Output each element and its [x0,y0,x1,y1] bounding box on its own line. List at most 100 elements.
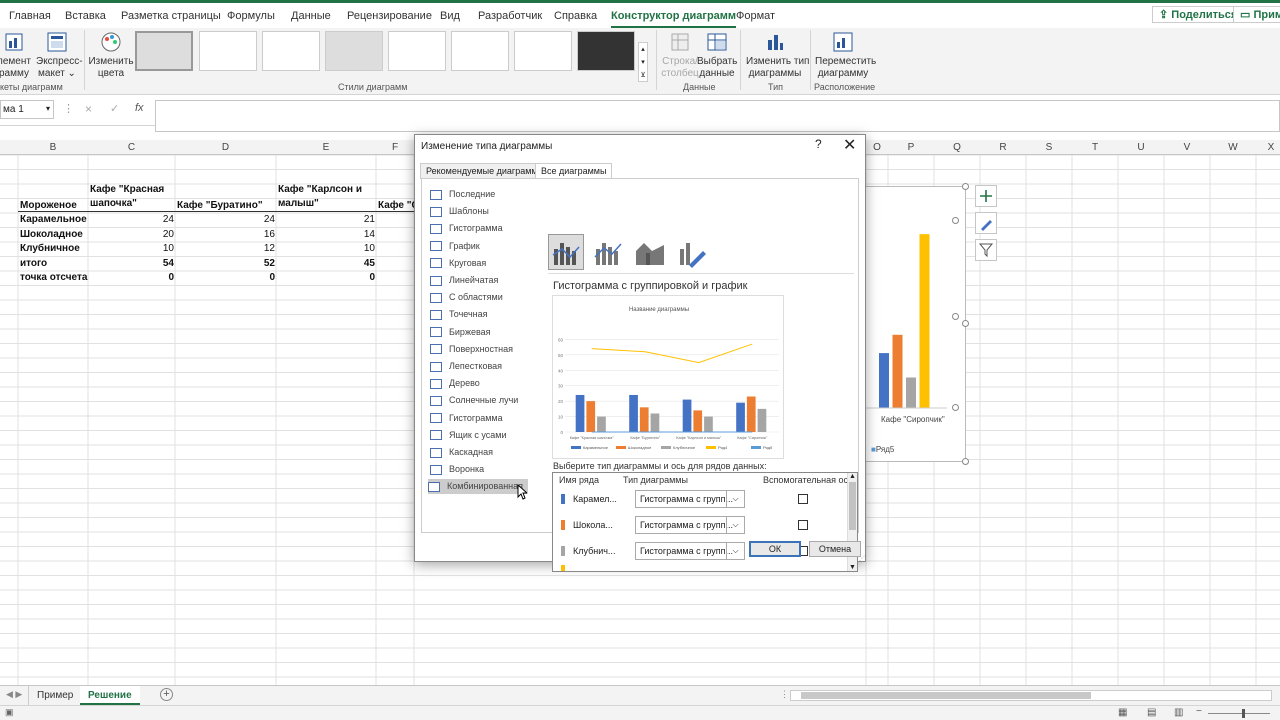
macro-record-icon[interactable]: ▣ [5,707,14,718]
chart-category-item[interactable]: График [430,239,530,254]
add-chart-element-button[interactable]: лемент рамму [0,30,34,80]
scroll-thumb[interactable] [849,482,856,530]
resize-handle[interactable] [962,458,969,465]
chart-category-item[interactable]: Лепестковая [430,359,530,374]
add-sheet-icon[interactable]: + [160,688,173,701]
tab-view[interactable]: Вид [440,10,460,22]
resize-handle[interactable] [952,217,959,224]
combo-column-line-secondary-icon[interactable] [590,234,626,270]
chart-style-8[interactable] [577,31,635,71]
name-box[interactable]: ма 1 ▾ [0,100,54,119]
prev-sheet-icon[interactable]: ◀ ▶ [6,689,22,700]
series-chart-type-dropdown[interactable]: Гистограмма с групп... ⌵ [635,542,745,560]
secondary-axis-checkbox[interactable] [798,520,808,530]
tab-split-icon[interactable]: ⋮ [780,689,789,700]
resize-grip-icon[interactable]: ⋰ [859,555,865,562]
value-cell[interactable]: 0 [134,271,174,285]
scroll-thumb[interactable] [801,692,1091,699]
enter-icon[interactable]: ✓ [110,102,119,115]
chart-style-4[interactable] [325,31,383,71]
secondary-axis-checkbox[interactable] [798,494,808,504]
value-cell[interactable]: 0 [235,271,275,285]
value-cell[interactable]: 45 [335,257,375,271]
value-cell[interactable]: 21 [335,213,375,227]
chart-category-item[interactable]: С областями [430,290,530,305]
switch-row-column-button[interactable]: Строка/ столбец [660,30,700,80]
cancel-icon[interactable]: × [85,102,92,116]
column-header[interactable]: B [18,142,88,153]
chart-elements-button[interactable] [975,185,997,207]
row-label-cell[interactable]: итого [20,257,47,271]
column-header[interactable]: D [175,142,276,153]
chart-style-5[interactable] [388,31,446,71]
sheet-tab-solution[interactable]: Решение [80,686,140,705]
resize-handle[interactable] [962,320,969,327]
gallery-scroll[interactable]: ▴ ▾ ⊻ [638,42,648,82]
comments-button[interactable]: ▭ Приме [1233,6,1280,23]
tab-review[interactable]: Рецензирование [347,10,432,22]
column-header[interactable]: V [1164,142,1210,153]
chart-category-item[interactable]: Каскадная [430,445,530,460]
header-cell[interactable]: Кафе "Красная шапочка" [90,183,164,211]
series-chart-type-dropdown[interactable]: Гистограмма с групп... ⌵ [635,516,745,534]
ok-button[interactable]: ОК [749,541,801,557]
page-layout-view-icon[interactable]: ▤ [1147,707,1156,718]
value-cell[interactable]: 24 [134,213,174,227]
column-header[interactable]: X [1256,142,1280,153]
chart-category-item[interactable]: Воронка [430,462,530,477]
chart-category-item[interactable]: Точечная [430,307,530,322]
value-cell[interactable]: 16 [235,228,275,242]
cancel-button[interactable]: Отмена [809,541,861,557]
column-header[interactable]: F [376,142,414,153]
tab-help[interactable]: Справка [554,10,597,22]
chart-category-item[interactable]: Комбинированная [428,479,528,495]
tab-page-layout[interactable]: Разметка страницы [121,10,221,22]
tab-all-charts[interactable]: Все диаграммы [535,163,613,179]
row-label-cell[interactable]: Клубничное [20,242,80,256]
column-header[interactable]: W [1210,142,1256,153]
chart-style-7[interactable] [514,31,572,71]
chevron-down-icon[interactable]: ⌵ [726,491,744,507]
chart-category-item[interactable]: Круговая [430,256,530,271]
chart-category-item[interactable]: Гистограмма [430,221,530,236]
column-header[interactable]: R [980,142,1026,153]
fx-icon[interactable]: fx [135,102,144,114]
change-colors-button[interactable]: Изменить цвета [88,30,134,80]
header-cell[interactable]: Кафе "Карлсон и малыш" [278,183,362,211]
row-label-cell[interactable]: Шоколадное [20,228,83,242]
chart-style-3[interactable] [262,31,320,71]
chevron-down-icon[interactable]: ⌵ [726,517,744,533]
change-chart-type-button[interactable]: Изменить тип диаграммы [746,30,809,80]
move-chart-button[interactable]: Переместить диаграмму [815,30,876,80]
tab-data[interactable]: Данные [291,10,331,22]
chart-category-item[interactable]: Последние [430,187,530,202]
tab-format[interactable]: Формат [736,10,775,22]
value-cell[interactable]: 54 [134,257,174,271]
help-button[interactable]: ? [815,137,822,151]
custom-combo-icon[interactable] [674,234,710,270]
zoom-slider[interactable] [1208,713,1270,714]
chevron-down-icon[interactable]: ⌵ [726,543,744,559]
value-cell[interactable]: 14 [335,228,375,242]
value-cell[interactable]: 10 [134,242,174,256]
chart-category-item[interactable]: Биржевая [430,325,530,340]
scroll-up-icon[interactable]: ▲ [848,473,857,480]
chart-category-item[interactable]: Шаблоны [430,204,530,219]
row-label-cell[interactable]: точка отсчета [20,271,87,285]
page-break-view-icon[interactable]: ▥ [1174,707,1183,718]
chart-styles-button[interactable] [975,212,997,234]
series-chart-type-dropdown[interactable]: Гистограмма с групп... ⌵ [635,490,745,508]
tab-chart-design[interactable]: Конструктор диаграмм [611,10,737,28]
column-header[interactable]: T [1072,142,1118,153]
resize-handle[interactable] [952,404,959,411]
sheet-tab-example[interactable]: Пример [28,686,81,705]
chart-filters-button[interactable] [975,239,997,261]
chart-category-item[interactable]: Линейчатая [430,273,530,288]
quick-layout-button[interactable]: Экспресс- макет ⌄ [36,30,83,80]
column-header[interactable]: P [888,142,934,153]
column-header[interactable]: C [88,142,175,153]
combo-stacked-area-column-icon[interactable] [632,234,668,270]
share-button[interactable]: ⇪ Поделиться [1152,6,1245,23]
chart-category-item[interactable]: Поверхностная [430,342,530,357]
chart-category-item[interactable]: Гистограмма [430,411,530,426]
